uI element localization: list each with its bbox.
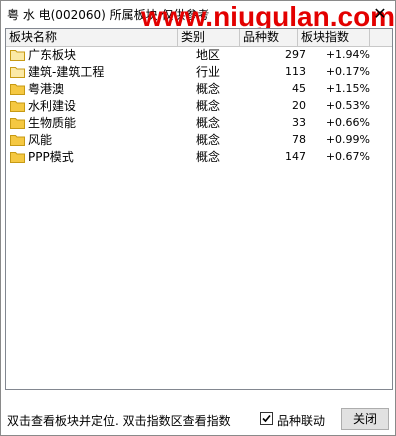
footer-bar: 双击查看板块并定位. 双击指数区查看指数 品种联动 关闭 — [1, 405, 395, 435]
sector-table[interactable]: 板块名称 类别 品种数 板块指数 广东板块 地区 297 +1.94% 建筑-建筑工程 行… — [5, 28, 393, 390]
header-sector-index[interactable]: 板块指数 — [298, 29, 370, 46]
sector-category: 概念 — [196, 133, 221, 147]
sector-category: 概念 — [196, 99, 221, 113]
folder-icon — [10, 49, 25, 61]
table-row[interactable]: 建筑-建筑工程 行业 113 +0.17% — [6, 64, 376, 80]
sector-index-change: +0.66% — [325, 116, 370, 129]
sector-name: 广东板块 — [28, 48, 77, 62]
close-icon[interactable]: ✕ — [371, 5, 389, 23]
folder-icon — [10, 117, 25, 129]
header-category[interactable]: 类别 — [178, 29, 240, 46]
header-sector-name[interactable]: 板块名称 — [6, 29, 178, 46]
sector-category: 地区 — [196, 48, 221, 62]
sector-category: 概念 — [196, 116, 221, 130]
dialog-window: 粤 水 电(002060) 所属板块 仅供参考 www.niugulan.com… — [0, 0, 396, 436]
sector-index-change: +0.67% — [325, 150, 370, 163]
stock-count: 33 — [292, 116, 306, 129]
table-row[interactable]: 生物质能 概念 33 +0.66% — [6, 115, 376, 131]
sector-index-change: +0.17% — [325, 65, 370, 78]
table-row[interactable]: 广东板块 地区 297 +1.94% — [6, 47, 376, 63]
stock-count: 113 — [285, 65, 306, 78]
sector-name: PPP模式 — [28, 150, 74, 164]
stock-count: 20 — [292, 99, 306, 112]
sector-index-change: +1.94% — [325, 48, 370, 61]
close-button[interactable]: 关闭 — [341, 408, 389, 430]
header-stock-count[interactable]: 品种数 — [240, 29, 298, 46]
sector-name: 水利建设 — [28, 99, 77, 113]
title-bar[interactable]: 粤 水 电(002060) 所属板块 仅供参考 www.niugulan.com… — [1, 1, 395, 31]
watermark: www.niugulan.com — [141, 1, 396, 32]
table-row[interactable]: 粤港澳 概念 45 +1.15% — [6, 81, 376, 97]
folder-icon — [10, 100, 25, 112]
sector-category: 概念 — [196, 150, 221, 164]
stock-count: 78 — [292, 133, 306, 146]
stock-count: 45 — [292, 82, 306, 95]
folder-icon — [10, 66, 25, 78]
checkmark-icon — [262, 414, 271, 423]
stock-count: 147 — [285, 150, 306, 163]
sector-name: 粤港澳 — [28, 82, 65, 96]
sector-index-change: +0.99% — [325, 133, 370, 146]
sector-name: 风能 — [28, 133, 53, 147]
sector-category: 行业 — [196, 65, 221, 79]
linkage-checkbox-label[interactable]: 品种联动 — [277, 412, 325, 429]
sector-name: 生物质能 — [28, 116, 77, 130]
linkage-checkbox[interactable] — [260, 412, 273, 425]
folder-icon — [10, 134, 25, 146]
sector-index-change: +0.53% — [325, 99, 370, 112]
table-header: 板块名称 类别 品种数 板块指数 — [6, 29, 392, 47]
folder-icon — [10, 151, 25, 163]
table-row[interactable]: 水利建设 概念 20 +0.53% — [6, 98, 376, 114]
folder-icon — [10, 83, 25, 95]
sector-index-change: +1.15% — [325, 82, 370, 95]
sector-category: 概念 — [196, 82, 221, 96]
table-row[interactable]: PPP模式 概念 147 +0.67% — [6, 149, 376, 165]
hint-text: 双击查看板块并定位. 双击指数区查看指数 — [7, 414, 231, 428]
stock-count: 297 — [285, 48, 306, 61]
table-row[interactable]: 风能 概念 78 +0.99% — [6, 132, 376, 148]
sector-name: 建筑-建筑工程 — [28, 65, 105, 79]
